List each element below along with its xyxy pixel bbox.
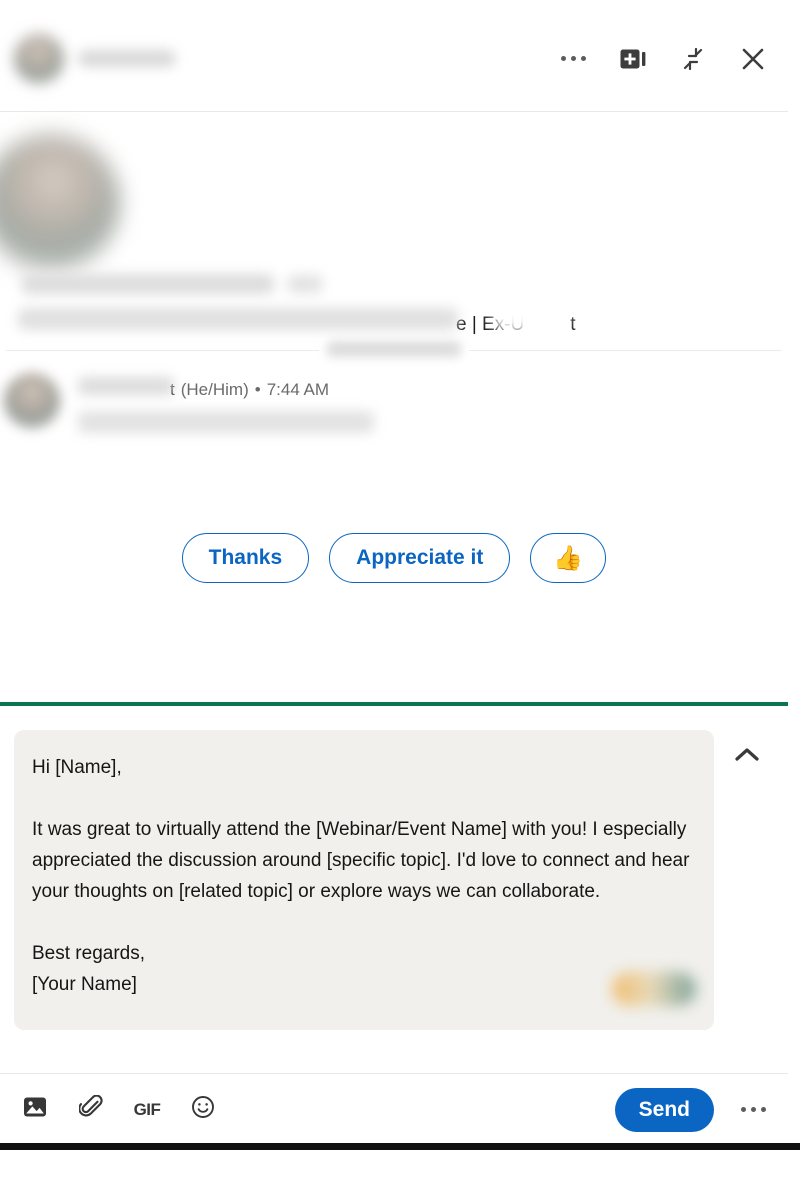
more-options-button[interactable] xyxy=(556,42,590,76)
avatar xyxy=(14,33,64,84)
screen: e | Ex-U t t (He/Him) • 7:44 AM Thanks A… xyxy=(0,0,800,1200)
message-item: t (He/Him) • 7:44 AM xyxy=(0,351,788,471)
close-button[interactable] xyxy=(736,42,770,76)
composer-collapse-button[interactable] xyxy=(724,734,770,780)
image-icon xyxy=(23,1096,47,1123)
video-add-icon xyxy=(620,48,646,70)
quick-reply-appreciate-it[interactable]: Appreciate it xyxy=(329,533,511,583)
composer-toolbar-left: GIF xyxy=(18,1093,615,1127)
profile-preview[interactable]: e | Ex-U t xyxy=(0,112,788,350)
message-sender-pronouns: (He/Him) xyxy=(180,380,249,399)
profile-avatar xyxy=(0,134,120,272)
message-timestamp: 7:44 AM xyxy=(266,380,330,399)
message-sender-avatar[interactable] xyxy=(4,373,60,429)
composer-body: Hi [Name], It was great to virtually att… xyxy=(0,712,788,1040)
quick-reply-bar: Thanks Appreciate it 👍 xyxy=(0,533,788,583)
close-icon xyxy=(738,44,768,74)
profile-headline-tail: t xyxy=(570,314,576,335)
profile-headline-redacted xyxy=(18,308,458,330)
ellipsis-icon xyxy=(560,56,586,61)
ellipsis-icon xyxy=(740,1107,766,1112)
message-sender-name-redacted xyxy=(78,377,174,395)
profile-headline-mask xyxy=(492,304,568,332)
quick-reply-thumbs-up[interactable]: 👍 xyxy=(530,533,607,583)
message-conversation-panel: e | Ex-U t t (He/Him) • 7:44 AM Thanks A… xyxy=(0,6,788,1145)
collapse-diagonal-icon xyxy=(679,45,707,73)
attach-file-button[interactable] xyxy=(74,1093,108,1127)
message-composer: Hi [Name], It was great to virtually att… xyxy=(0,712,788,1145)
send-button[interactable]: Send xyxy=(614,1087,714,1132)
composer-toolbar-right: Send xyxy=(614,1087,770,1132)
bottom-edge-bar xyxy=(0,1143,800,1150)
composer-more-options-button[interactable] xyxy=(736,1093,770,1127)
participant-name-redacted xyxy=(78,50,176,67)
profile-degree-badge-redacted xyxy=(288,275,322,293)
profile-headline: e | Ex-U t xyxy=(18,308,778,336)
add-photo-button[interactable] xyxy=(18,1093,52,1127)
minimize-button[interactable] xyxy=(676,42,710,76)
signature-badge-redacted xyxy=(612,972,696,1006)
composer-toolbar: GIF Send xyxy=(0,1073,788,1145)
conversation-header-participant[interactable] xyxy=(8,33,556,84)
conversation-header xyxy=(0,6,788,112)
chevron-up-icon xyxy=(732,745,762,770)
message-header: t (He/Him) • 7:44 AM xyxy=(78,377,329,400)
conversation-header-actions xyxy=(556,42,770,76)
emoji-button[interactable] xyxy=(186,1093,220,1127)
paperclip-icon xyxy=(78,1094,103,1124)
message-draft-text[interactable]: Hi [Name], It was great to virtually att… xyxy=(32,752,690,1000)
message-meta-separator: • xyxy=(254,380,261,399)
profile-name-redacted xyxy=(22,274,274,294)
emoji-icon xyxy=(191,1095,215,1124)
gif-icon: GIF xyxy=(133,1099,161,1119)
message-draft-box[interactable]: Hi [Name], It was great to virtually att… xyxy=(14,730,714,1030)
composer-divider xyxy=(0,702,788,706)
video-meeting-button[interactable] xyxy=(616,42,650,76)
message-body-redacted xyxy=(78,411,374,433)
gif-button[interactable]: GIF xyxy=(130,1093,164,1127)
quick-reply-thanks[interactable]: Thanks xyxy=(181,533,310,583)
